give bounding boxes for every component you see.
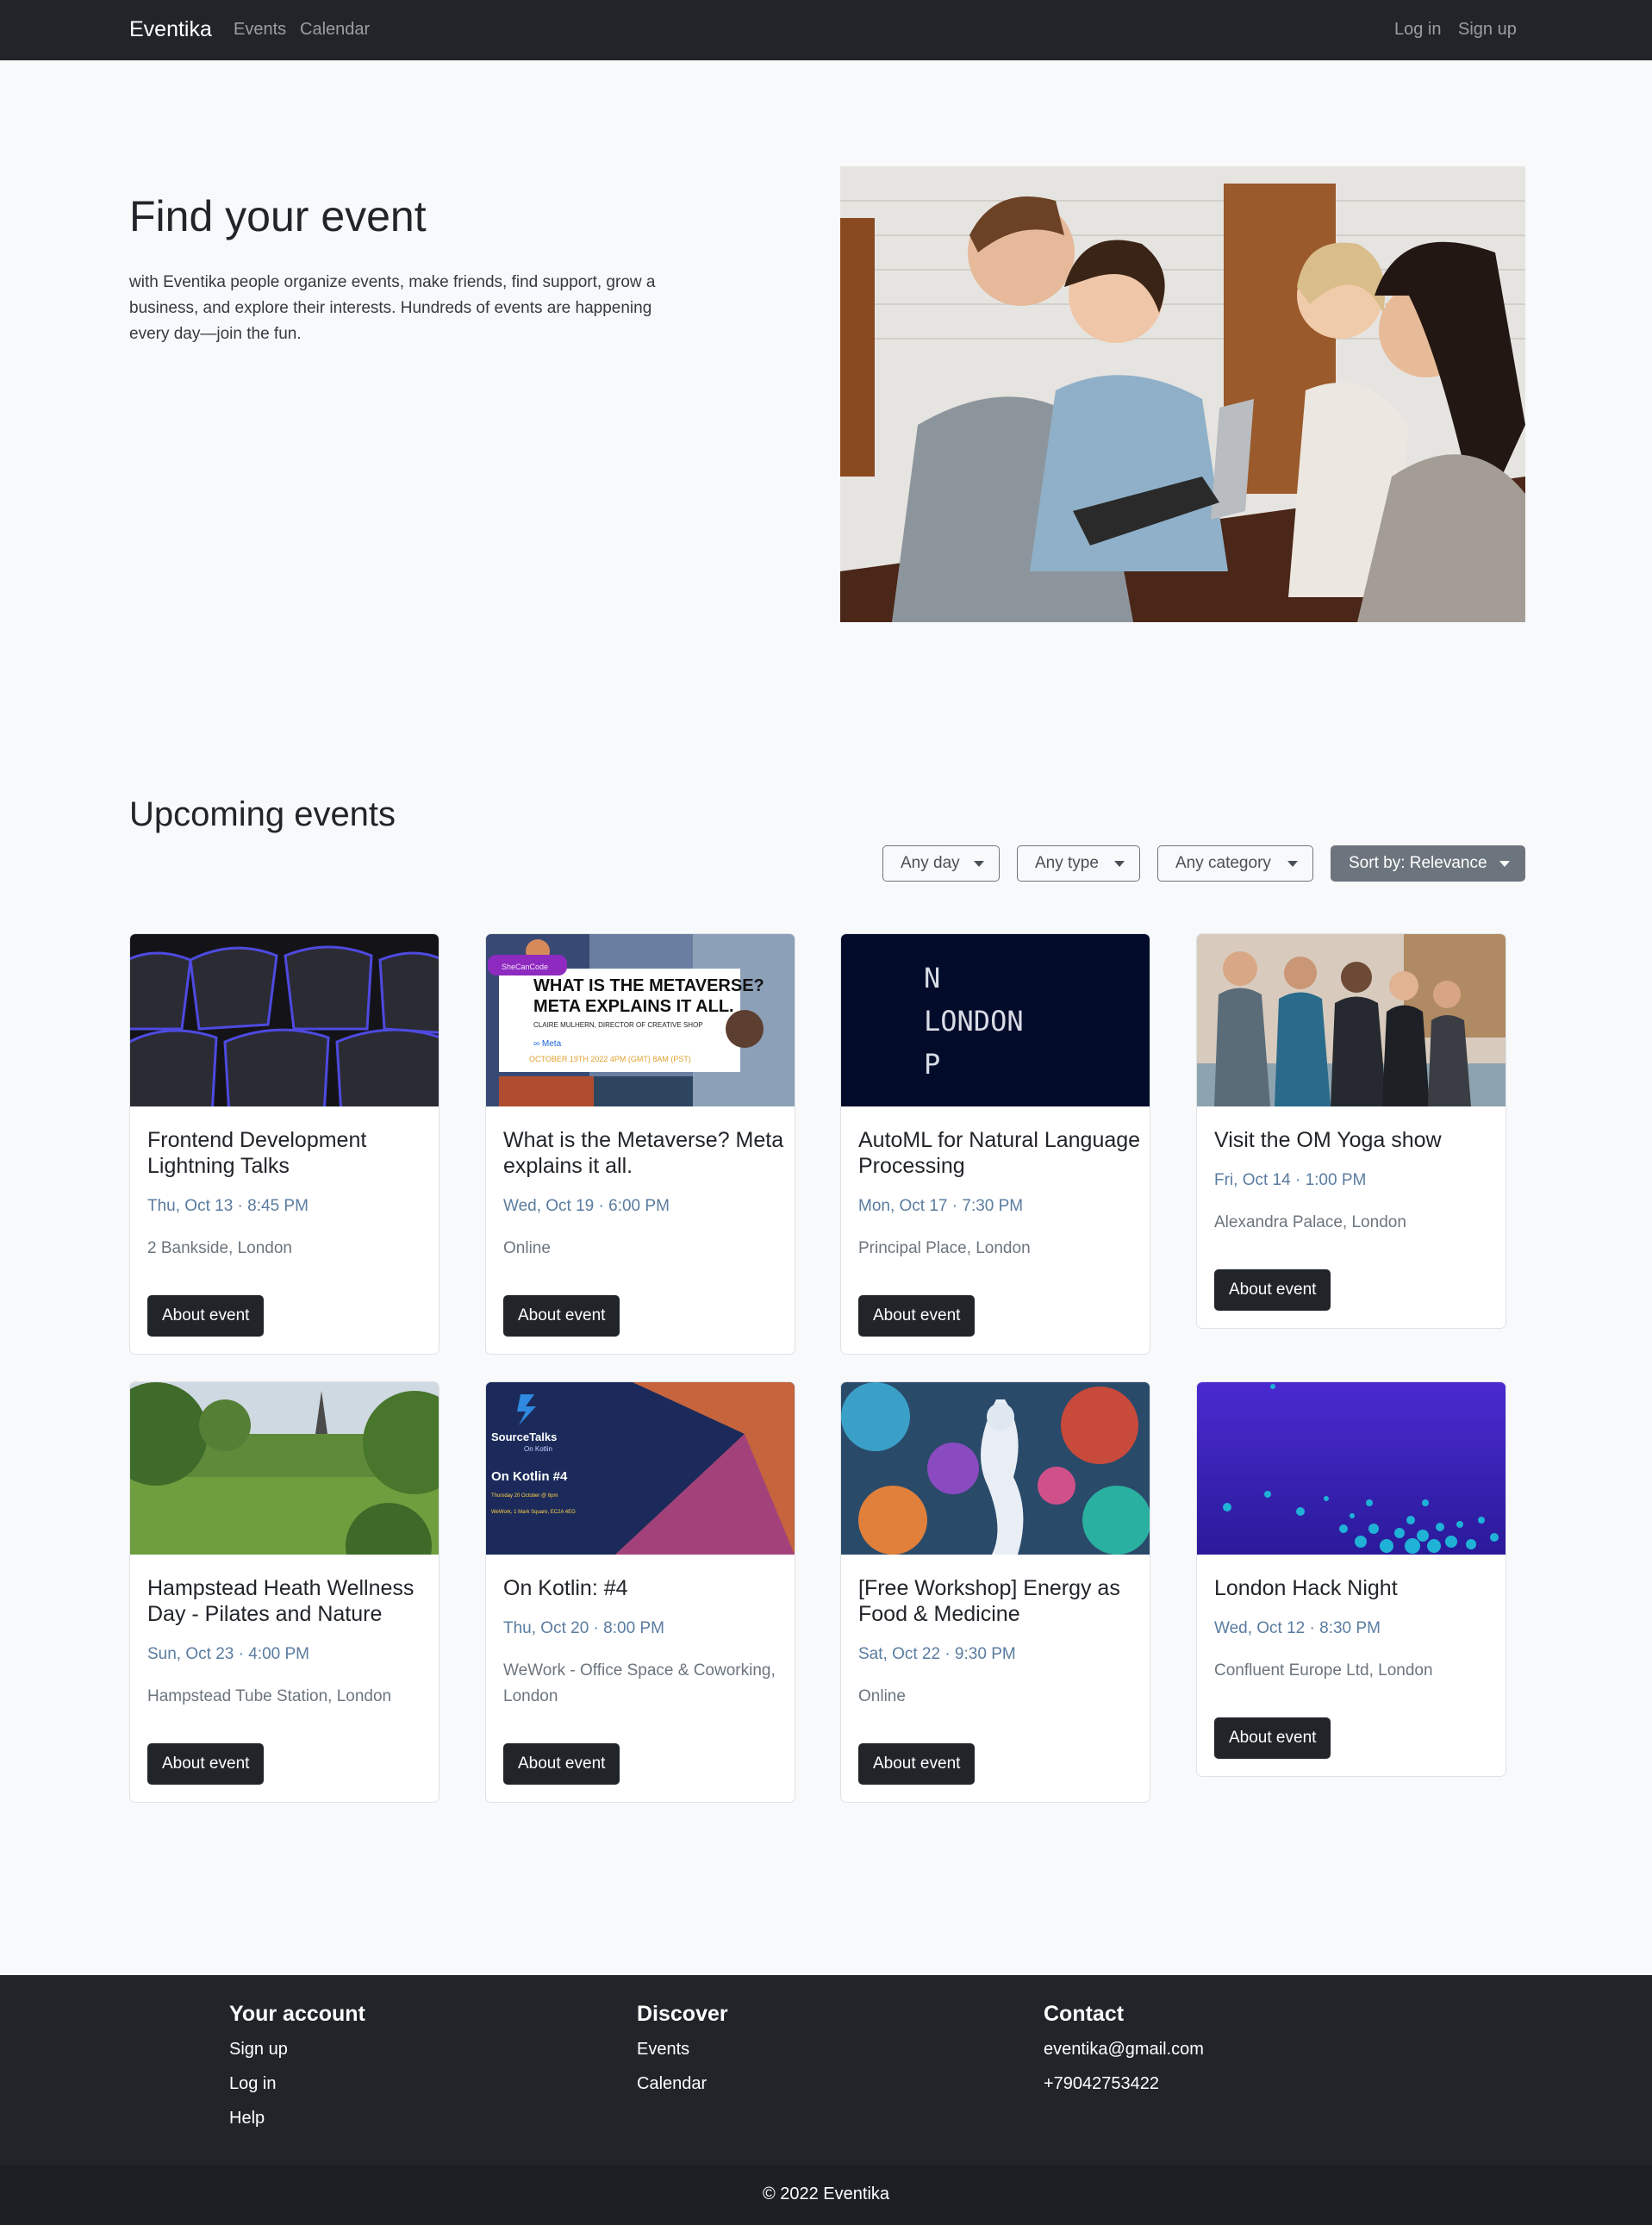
event-title[interactable]: Visit the OM Yoga show: [1214, 1127, 1499, 1153]
footer-link-signup[interactable]: Sign up: [229, 2040, 288, 2060]
footer-contact-email[interactable]: eventika@gmail.com: [1044, 2040, 1204, 2060]
section-title-upcoming: Upcoming events: [129, 795, 396, 833]
caret-down-icon: [1499, 861, 1510, 867]
copyright: © 2022 Eventika: [762, 2184, 890, 2203]
footer-link-login[interactable]: Log in: [229, 2074, 277, 2094]
event-title[interactable]: [Free Workshop] Energy as Food & Medicin…: [858, 1575, 1143, 1627]
event-title[interactable]: Hampstead Heath Wellness Day - Pilates a…: [147, 1575, 432, 1627]
svg-text:N: N: [924, 962, 940, 994]
svg-text:∞ Meta: ∞ Meta: [533, 1039, 562, 1049]
event-card: Visit the OM Yoga show Fri, Oct 14 · 1:0…: [1196, 933, 1506, 1329]
about-event-button[interactable]: About event: [1214, 1717, 1331, 1759]
about-event-button[interactable]: About event: [147, 1743, 265, 1785]
caret-down-icon: [1114, 861, 1125, 867]
sort-label: Sort by: Relevance: [1349, 854, 1487, 872]
about-event-button[interactable]: About event: [1214, 1269, 1331, 1311]
event-image: N LONDON P: [841, 934, 1150, 1106]
event-location: Hampstead Tube Station, London: [147, 1687, 392, 1705]
filter-type-label: Any type: [1035, 854, 1099, 872]
svg-text:META EXPLAINS IT ALL.: META EXPLAINS IT ALL.: [533, 997, 734, 1016]
event-card: SheCanCode WHAT IS THE METAVERSE? META E…: [485, 933, 795, 1355]
nav-link-calendar[interactable]: Calendar: [300, 20, 370, 40]
event-title[interactable]: What is the Metaverse? Meta explains it …: [503, 1127, 788, 1179]
svg-text:On Kotlin: On Kotlin: [524, 1445, 552, 1453]
svg-text:CLAIRE MULHERN, DIRECTOR OF CR: CLAIRE MULHERN, DIRECTOR OF CREATIVE SHO…: [533, 1021, 703, 1029]
filter-type-dropdown[interactable]: Any type: [1017, 845, 1140, 882]
svg-text:SourceTalks: SourceTalks: [491, 1430, 557, 1443]
event-date: Wed, Oct 12 · 8:30 PM: [1214, 1619, 1381, 1637]
filter-day-dropdown[interactable]: Any day: [882, 845, 1000, 882]
event-location: Online: [858, 1687, 906, 1705]
event-card: N LONDON P AutoML for Natural Language P…: [840, 933, 1150, 1355]
event-image: SourceTalks On Kotlin On Kotlin #4 Thurs…: [486, 1382, 795, 1555]
filter-day-label: Any day: [901, 854, 960, 872]
event-date: Sun, Oct 23 · 4:00 PM: [147, 1645, 309, 1663]
svg-text:SheCanCode: SheCanCode: [502, 963, 548, 971]
event-date: Thu, Oct 13 · 8:45 PM: [147, 1197, 309, 1215]
event-location: WeWork - Office Space & Coworking, Londo…: [503, 1661, 776, 1705]
event-image: [841, 1382, 1150, 1555]
filter-category-dropdown[interactable]: Any category: [1157, 845, 1313, 882]
event-image: SheCanCode WHAT IS THE METAVERSE? META E…: [486, 934, 795, 1106]
event-location: 2 Bankside, London: [147, 1239, 292, 1257]
svg-text:WeWork, 1 Mark Square, EC2A 4E: WeWork, 1 Mark Square, EC2A 4EG: [491, 1510, 576, 1515]
footer-contact-phone[interactable]: +79042753422: [1044, 2074, 1159, 2094]
event-location: Online: [503, 1239, 551, 1257]
event-location: Alexandra Palace, London: [1214, 1213, 1406, 1231]
event-image: [130, 1382, 439, 1555]
footer-link-events[interactable]: Events: [637, 2040, 689, 2060]
brand-logo[interactable]: Eventika: [129, 17, 212, 42]
event-title[interactable]: Frontend Development Lightning Talks: [147, 1127, 432, 1179]
caret-down-icon: [1287, 861, 1298, 867]
event-title[interactable]: On Kotlin: #4: [503, 1575, 788, 1601]
event-image: [1197, 934, 1506, 1106]
event-card: Frontend Development Lightning Talks Thu…: [129, 933, 439, 1355]
about-event-button[interactable]: About event: [858, 1295, 976, 1337]
caret-down-icon: [974, 861, 984, 867]
svg-text:Thursday 20 October @ 6pm: Thursday 20 October @ 6pm: [491, 1493, 558, 1499]
event-location: Confluent Europe Ltd, London: [1214, 1661, 1433, 1680]
filter-category-label: Any category: [1175, 854, 1271, 872]
footer-heading-account: Your account: [229, 2002, 365, 2026]
svg-text:P: P: [924, 1048, 940, 1081]
footer-heading-discover: Discover: [637, 2002, 728, 2026]
svg-text:On Kotlin #4: On Kotlin #4: [491, 1469, 568, 1484]
about-event-button[interactable]: About event: [858, 1743, 976, 1785]
navbar: Eventika Events Calendar Log in Sign up: [0, 0, 1652, 60]
hero-image: [840, 166, 1525, 622]
event-date: Sat, Oct 22 · 9:30 PM: [858, 1645, 1016, 1663]
login-link[interactable]: Log in: [1394, 20, 1442, 40]
svg-text:OCTOBER 19TH 2022 4PM (GMT) 8A: OCTOBER 19TH 2022 4PM (GMT) 8AM (PST): [529, 1055, 691, 1063]
hero-description: with Eventika people organize events, ma…: [129, 273, 656, 343]
signup-link[interactable]: Sign up: [1458, 20, 1517, 40]
event-title[interactable]: London Hack Night: [1214, 1575, 1499, 1601]
event-image: [1197, 1382, 1506, 1555]
event-date: Wed, Oct 19 · 6:00 PM: [503, 1197, 670, 1215]
svg-text:WHAT IS THE METAVERSE?: WHAT IS THE METAVERSE?: [533, 976, 764, 995]
sort-dropdown[interactable]: Sort by: Relevance: [1331, 845, 1525, 882]
svg-text:LONDON: LONDON: [924, 1005, 1024, 1038]
footer-link-calendar[interactable]: Calendar: [637, 2074, 707, 2094]
event-location: Principal Place, London: [858, 1239, 1031, 1257]
event-title[interactable]: AutoML for Natural Language Processing: [858, 1127, 1143, 1179]
event-card: [Free Workshop] Energy as Food & Medicin…: [840, 1381, 1150, 1803]
about-event-button[interactable]: About event: [503, 1743, 620, 1785]
hero-title: Find your event: [129, 192, 427, 240]
footer-link-help[interactable]: Help: [229, 2109, 265, 2128]
event-date: Thu, Oct 20 · 8:00 PM: [503, 1619, 664, 1637]
footer-heading-contact: Contact: [1044, 2002, 1125, 2026]
event-date: Mon, Oct 17 · 7:30 PM: [858, 1197, 1024, 1215]
event-image: [130, 934, 439, 1106]
nav-link-events[interactable]: Events: [234, 20, 286, 40]
about-event-button[interactable]: About event: [503, 1295, 620, 1337]
event-card: London Hack Night Wed, Oct 12 · 8:30 PM …: [1196, 1381, 1506, 1777]
about-event-button[interactable]: About event: [147, 1295, 265, 1337]
event-card: Hampstead Heath Wellness Day - Pilates a…: [129, 1381, 439, 1803]
event-date: Fri, Oct 14 · 1:00 PM: [1214, 1171, 1367, 1189]
event-card: SourceTalks On Kotlin On Kotlin #4 Thurs…: [485, 1381, 795, 1803]
